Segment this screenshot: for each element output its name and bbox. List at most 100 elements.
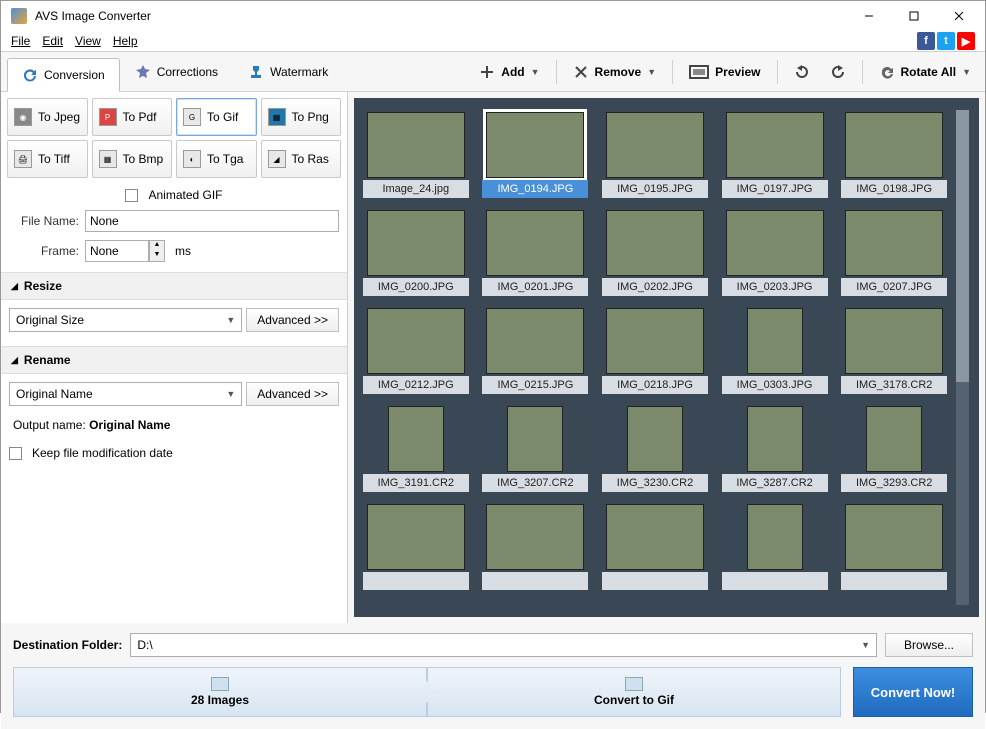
thumbnail-item[interactable]: IMG_0198.JPG xyxy=(840,110,948,198)
thumbnail-item[interactable]: IMG_0202.JPG xyxy=(601,208,709,296)
scrollbar-thumb[interactable] xyxy=(956,110,969,382)
thumbnail-item[interactable]: IMG_3293.CR2 xyxy=(840,404,948,492)
thumbnail-caption: IMG_0197.JPG xyxy=(722,180,828,198)
format-jpeg-button[interactable]: ◉To Jpeg xyxy=(7,98,88,136)
thumbnail-image xyxy=(747,406,803,472)
thumbnail-item[interactable] xyxy=(721,502,829,590)
thumbnail-caption: IMG_3230.CR2 xyxy=(602,474,708,492)
thumbnail-item[interactable]: IMG_0203.JPG xyxy=(721,208,829,296)
thumbnail-caption: Image_24.jpg xyxy=(363,180,469,198)
tab-corrections[interactable]: Corrections xyxy=(120,55,233,89)
chevron-down-icon[interactable]: ▼ xyxy=(962,67,971,77)
menu-edit[interactable]: Edit xyxy=(36,32,69,50)
format-pdf-button[interactable]: PTo Pdf xyxy=(92,98,173,136)
frame-input[interactable] xyxy=(85,240,149,262)
thumbnail-item[interactable] xyxy=(840,502,948,590)
tab-conversion[interactable]: Conversion xyxy=(7,58,120,92)
add-button[interactable]: Add ▼ xyxy=(471,60,547,84)
tab-watermark[interactable]: Watermark xyxy=(233,55,343,89)
resize-combo[interactable]: Original Size▼ xyxy=(9,308,242,332)
frame-unit: ms xyxy=(175,244,191,258)
thumbnail-item[interactable]: IMG_0212.JPG xyxy=(362,306,470,394)
thumbnail-caption: IMG_3178.CR2 xyxy=(841,376,947,394)
rotate-left-button[interactable] xyxy=(786,60,818,84)
thumbnail-caption: IMG_3287.CR2 xyxy=(722,474,828,492)
thumbnail-caption xyxy=(482,572,588,590)
chevron-down-icon[interactable]: ▼ xyxy=(531,67,540,77)
thumbnail-item[interactable]: IMG_0201.JPG xyxy=(482,208,590,296)
thumbnail-item[interactable]: IMG_3178.CR2 xyxy=(840,306,948,394)
rename-combo[interactable]: Original Name▼ xyxy=(9,382,242,406)
thumbnail-item[interactable] xyxy=(482,502,590,590)
filename-input[interactable] xyxy=(85,210,339,232)
thumbnail-image xyxy=(845,210,943,276)
output-name-row: Output name: Original Name xyxy=(1,414,347,436)
chevron-down-icon[interactable]: ▼ xyxy=(647,67,656,77)
keep-date-checkbox[interactable] xyxy=(9,447,22,460)
thumbnail-item[interactable] xyxy=(362,502,470,590)
thumbnail-item[interactable]: IMG_3207.CR2 xyxy=(482,404,590,492)
format-bmp-button[interactable]: ▦To Bmp xyxy=(92,140,173,178)
thumbnail-item[interactable]: IMG_3191.CR2 xyxy=(362,404,470,492)
thumbnail-item[interactable]: IMG_0194.JPG xyxy=(482,110,590,198)
rotate-left-icon xyxy=(794,64,810,80)
frame-spin-down[interactable]: ▼ xyxy=(150,251,164,261)
frame-spin-up[interactable]: ▲ xyxy=(150,241,164,251)
close-button[interactable] xyxy=(936,1,981,31)
dest-folder-combo[interactable]: D:\▼ xyxy=(130,633,877,657)
format-ras-button[interactable]: ◢To Ras xyxy=(261,140,342,178)
format-tiff-button[interactable]: 🖨To Tiff xyxy=(7,140,88,178)
thumbnail-caption xyxy=(841,572,947,590)
thumbnail-item[interactable]: Image_24.jpg xyxy=(362,110,470,198)
scrollbar[interactable] xyxy=(954,110,971,605)
rotate-all-button[interactable]: Rotate All ▼ xyxy=(871,60,979,84)
resize-advanced-button[interactable]: Advanced >> xyxy=(246,308,339,332)
format-gif-button[interactable]: GTo Gif xyxy=(176,98,257,136)
thumbnail-caption: IMG_3207.CR2 xyxy=(482,474,588,492)
dest-label: Destination Folder: xyxy=(13,638,122,652)
app-icon xyxy=(11,8,27,24)
thumbnail-item[interactable]: IMG_0197.JPG xyxy=(721,110,829,198)
minimize-button[interactable] xyxy=(846,1,891,31)
thumbnail-item[interactable]: IMG_3230.CR2 xyxy=(601,404,709,492)
remove-button[interactable]: Remove ▼ xyxy=(565,60,665,84)
thumbnail-item[interactable] xyxy=(601,502,709,590)
maximize-button[interactable] xyxy=(891,1,936,31)
menu-help[interactable]: Help xyxy=(107,32,144,50)
thumbnail-item[interactable]: IMG_0218.JPG xyxy=(601,306,709,394)
menu-view[interactable]: View xyxy=(69,32,107,50)
menu-file[interactable]: File xyxy=(5,32,36,50)
frame-label: Frame: xyxy=(9,244,79,258)
rotate-right-button[interactable] xyxy=(822,60,854,84)
tga-icon: ◐ xyxy=(183,150,201,168)
browse-button[interactable]: Browse... xyxy=(885,633,973,657)
thumbnail-item[interactable]: IMG_0215.JPG xyxy=(482,306,590,394)
thumbnail-item[interactable]: IMG_0200.JPG xyxy=(362,208,470,296)
thumbnail-caption: IMG_0303.JPG xyxy=(722,376,828,394)
x-icon xyxy=(573,64,589,80)
twitter-icon[interactable]: t xyxy=(937,32,955,50)
thumbnail-item[interactable]: IMG_3287.CR2 xyxy=(721,404,829,492)
facebook-icon[interactable]: f xyxy=(917,32,935,50)
format-png-button[interactable]: ▦To Png xyxy=(261,98,342,136)
thumbnail-item[interactable]: IMG_0303.JPG xyxy=(721,306,829,394)
star-icon xyxy=(135,64,151,80)
window-title: AVS Image Converter xyxy=(33,9,846,23)
bmp-icon: ▦ xyxy=(99,150,117,168)
format-tga-button[interactable]: ◐To Tga xyxy=(176,140,257,178)
thumbnail-caption: IMG_0215.JPG xyxy=(482,376,588,394)
thumbnail-item[interactable]: IMG_0207.JPG xyxy=(840,208,948,296)
rename-section-header[interactable]: ◢ Rename xyxy=(1,346,347,374)
thumbnail-image xyxy=(726,210,824,276)
thumbnail-image xyxy=(866,406,922,472)
convert-now-button[interactable]: Convert Now! xyxy=(853,667,973,717)
thumbnail-caption xyxy=(722,572,828,590)
resize-section-header[interactable]: ◢ Resize xyxy=(1,272,347,300)
youtube-icon[interactable]: ▶ xyxy=(957,32,975,50)
preview-button[interactable]: Preview xyxy=(681,60,768,84)
thumbnail-caption: IMG_0218.JPG xyxy=(602,376,708,394)
thumbnail-item[interactable]: IMG_0195.JPG xyxy=(601,110,709,198)
rename-advanced-button[interactable]: Advanced >> xyxy=(246,382,339,406)
animated-gif-checkbox[interactable] xyxy=(125,189,138,202)
thumbnail-caption: IMG_3191.CR2 xyxy=(363,474,469,492)
